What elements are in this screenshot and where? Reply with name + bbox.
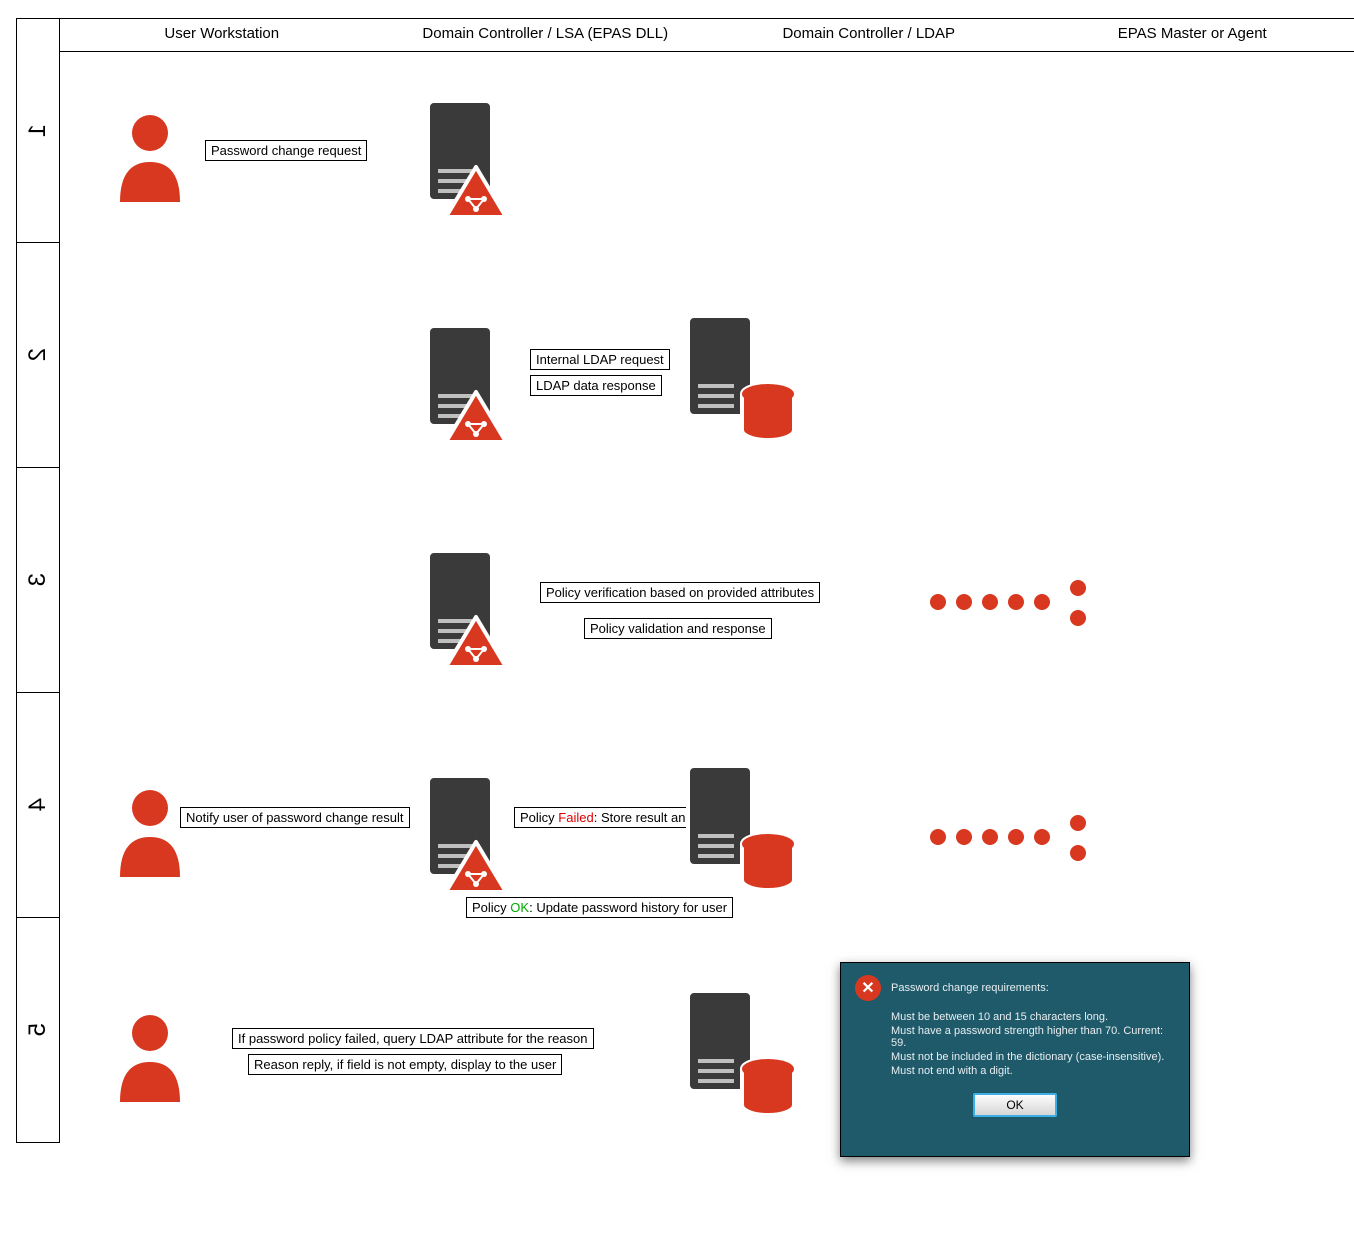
req-line-3: Must not be included in the dictionary (… xyxy=(891,1051,1175,1063)
msg-password-change-request: Password change request xyxy=(205,140,367,161)
dialog-ok-button[interactable]: OK xyxy=(973,1093,1057,1117)
row-1: Password change request xyxy=(60,52,1354,277)
user-icon xyxy=(110,1007,190,1107)
msg-ldap-request: Internal LDAP request xyxy=(530,349,670,370)
col-ldap: Domain Controller / LDAP xyxy=(707,19,1031,51)
col-user: User Workstation xyxy=(60,19,384,51)
step-1-label: 1 xyxy=(24,124,52,137)
msg-ldap-response: LDAP data response xyxy=(530,375,662,396)
column-header-row: User Workstation Domain Controller / LSA… xyxy=(60,18,1354,52)
row-4: Notify user of password change result Po… xyxy=(60,727,1354,952)
diagram-canvas: User Workstation Domain Controller / LSA… xyxy=(0,0,1354,1260)
server-ldap-icon xyxy=(680,987,800,1127)
step-4-label: 4 xyxy=(24,798,52,811)
server-lsa-icon xyxy=(420,97,510,227)
msg-reason-reply: Reason reply, if field is not empty, dis… xyxy=(248,1054,562,1075)
user-icon xyxy=(110,107,190,207)
step-5-label: 5 xyxy=(24,1023,52,1036)
row-3: Policy verification based on provided at… xyxy=(60,502,1354,727)
msg-policy-validate: Policy validation and response xyxy=(584,618,772,639)
epas-dots-icon xyxy=(930,829,1050,845)
req-line-4: Must not end with a digit. xyxy=(891,1065,1175,1077)
password-requirements-dialog: ✕ Password change requirements: Must be … xyxy=(840,962,1190,1157)
row-2: Internal LDAP request LDAP data response xyxy=(60,277,1354,502)
msg-query-reason: If password policy failed, query LDAP at… xyxy=(232,1028,594,1049)
step-number-strip: 1 2 3 4 5 xyxy=(16,18,60,1143)
server-lsa-icon xyxy=(420,322,510,452)
error-icon: ✕ xyxy=(855,975,881,1001)
step-2-label: 2 xyxy=(24,348,52,361)
req-line-1: Must be between 10 and 15 characters lon… xyxy=(891,1011,1175,1023)
col-lsa: Domain Controller / LSA (EPAS DLL) xyxy=(384,19,708,51)
epas-dots-icon xyxy=(930,594,1050,610)
server-lsa-icon xyxy=(420,547,510,677)
user-icon xyxy=(110,782,190,882)
msg-notify-user: Notify user of password change result xyxy=(180,807,410,828)
msg-policy-verify: Policy verification based on provided at… xyxy=(540,582,820,603)
server-lsa-icon xyxy=(420,772,510,902)
epas-dots-pair-icon xyxy=(1070,580,1086,626)
server-ldap-icon xyxy=(680,312,800,452)
req-line-2: Must have a password strength higher tha… xyxy=(891,1025,1175,1049)
msg-policy-ok: Policy OK: Update password history for u… xyxy=(466,897,733,918)
col-epas: EPAS Master or Agent xyxy=(1031,19,1354,51)
row-5: If password policy failed, query LDAP at… xyxy=(60,952,1354,1177)
epas-dots-pair-icon xyxy=(1070,815,1086,861)
dialog-title: Password change requirements: xyxy=(891,982,1049,994)
step-3-label: 3 xyxy=(24,573,52,586)
server-ldap-icon xyxy=(680,762,800,902)
